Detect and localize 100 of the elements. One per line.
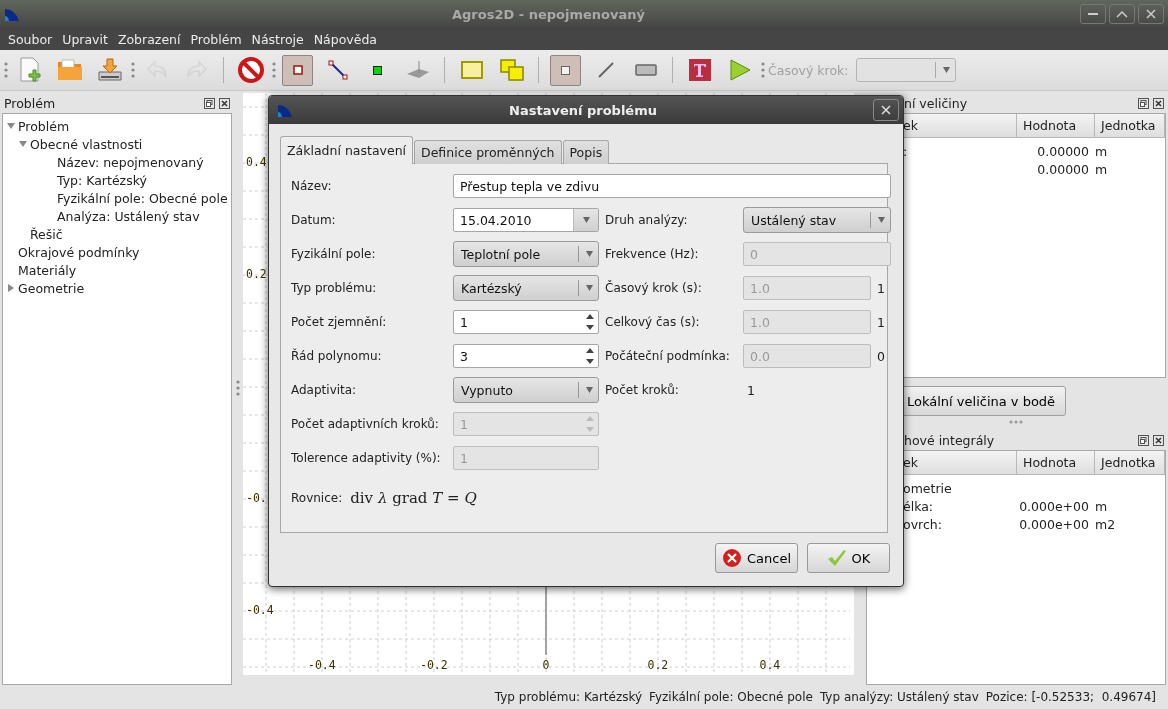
axis-label: -0.2: [420, 658, 448, 672]
axis-label: 0: [542, 658, 550, 672]
column-header[interactable]: Jednotka: [1095, 451, 1165, 476]
ok-button[interactable]: OK: [807, 543, 890, 573]
menu-item[interactable]: Nástroje: [247, 31, 310, 47]
spin-box[interactable]: 1: [453, 310, 599, 334]
folder-icon: [56, 58, 83, 82]
minimize-button[interactable]: [1080, 4, 1106, 24]
close-button[interactable]: [873, 99, 899, 121]
tree-item[interactable]: Obecné vlastnosti: [30, 136, 143, 152]
dropdown[interactable]: Ustálený stav: [743, 207, 891, 233]
spin-box[interactable]: 3: [453, 344, 599, 368]
tree-item[interactable]: Okrajové podmínky: [18, 244, 140, 260]
caret-icon: [941, 66, 951, 74]
dropdown[interactable]: Kartézský: [453, 275, 599, 301]
tree-item[interactable]: Analýza: Ustálený stav: [57, 208, 200, 224]
field-label: Počáteční podmínka:: [605, 349, 730, 363]
close-icon[interactable]: [219, 97, 230, 109]
window-title: Agros2D - nepojmenovaný: [451, 6, 646, 22]
field-label: Tolerence adaptivity (%):: [291, 451, 441, 465]
small-square-icon: [561, 65, 570, 75]
collapsed-arrow-icon[interactable]: [7, 284, 15, 292]
tab[interactable]: Definice proměnných: [414, 140, 562, 164]
table-cell: m: [1095, 498, 1108, 514]
squares-icon: [499, 59, 524, 81]
caret-icon: [581, 216, 591, 224]
column-header[interactable]: Jednotka: [1095, 114, 1165, 138]
unit-text: 0: [877, 348, 886, 364]
stop-icon: [237, 57, 264, 83]
field-label: Druh analýzy:: [605, 213, 688, 227]
menu-item[interactable]: Soubor: [4, 31, 59, 47]
field-label: Počet zjemnění:: [291, 315, 387, 329]
status-text: Fyzikální pole: Obecné pole: [649, 690, 813, 704]
rectangle-icon: [634, 64, 657, 76]
splitter-grip-icon: [235, 378, 240, 398]
axis-label: -0.4: [308, 658, 336, 672]
field-label: Časový krok (s):: [605, 281, 702, 295]
tree-item[interactable]: Problém: [18, 118, 70, 134]
time-step-label: Časový krok:: [768, 62, 849, 78]
panel-title: ní veličiny: [904, 95, 968, 111]
maximize-icon: [1116, 10, 1128, 18]
dropdown[interactable]: Vypnuto: [453, 377, 599, 403]
field-label: Datum:: [291, 213, 336, 227]
close-button[interactable]: [1138, 4, 1164, 24]
field-label: Celkový čas (s):: [605, 315, 700, 329]
float-icon[interactable]: [204, 97, 215, 109]
tree-item[interactable]: Materiály: [18, 262, 77, 278]
column-header[interactable]: Hodnota: [1017, 114, 1095, 138]
input-field[interactable]: Přestup tepla ve zdivu: [453, 174, 891, 198]
tree-item[interactable]: Název: nepojmenovaný: [57, 154, 204, 170]
tab[interactable]: Popis: [562, 140, 610, 164]
column-header[interactable]: Hodnota: [1017, 451, 1095, 476]
tab[interactable]: Základní nastavení: [280, 136, 414, 164]
tree-item[interactable]: Geometrie: [18, 280, 85, 296]
caret-icon: [877, 216, 886, 224]
play-icon: [727, 58, 752, 82]
caret-icon: [585, 386, 594, 394]
axis-label: -0.4: [246, 603, 274, 617]
rectangle-icon: [460, 61, 483, 79]
caret-icon: [585, 284, 594, 292]
tree-item[interactable]: Fyzikální pole: Obecné pole: [57, 190, 228, 206]
menu-item[interactable]: Upravit: [58, 31, 114, 47]
toolbar-button[interactable]: [282, 54, 313, 86]
label-square-icon: [373, 65, 382, 75]
table-cell: ovrch:: [903, 516, 942, 532]
toolbar-button[interactable]: [235, 54, 266, 86]
menu-item[interactable]: Problém: [186, 31, 248, 47]
axis-label: 0.2: [647, 658, 669, 672]
maximize-button[interactable]: [1109, 4, 1135, 24]
text-tool-icon: [688, 59, 711, 81]
status-text: Typ problému: Kartézský: [494, 690, 643, 704]
date-field[interactable]: 15.04.2010: [453, 208, 599, 232]
table-cell: m: [1095, 161, 1108, 177]
field-label: Počet kroků:: [605, 383, 679, 397]
dropdown[interactable]: Teplotní pole: [453, 241, 599, 267]
cancel-button[interactable]: Cancel: [715, 543, 798, 573]
menu-item[interactable]: Nápověda: [309, 31, 383, 47]
splitter-grip-icon[interactable]: [1008, 420, 1024, 425]
status-text: Pozice: [-0.52533; 0.49674]: [985, 690, 1156, 704]
table-cell: m2: [1095, 516, 1116, 532]
expanded-arrow-icon[interactable]: [19, 140, 27, 148]
table-cell: élka:: [903, 498, 934, 514]
tree-item[interactable]: Řešič: [30, 226, 63, 242]
close-icon[interactable]: [1153, 434, 1164, 446]
table-cell: 0.00000: [1037, 161, 1089, 177]
logo-icon: [277, 103, 293, 117]
close-icon[interactable]: [1153, 97, 1164, 109]
toolbar-grip-icon: [131, 60, 135, 80]
expanded-arrow-icon[interactable]: [7, 122, 15, 130]
tree-item[interactable]: Typ: Kartézský: [57, 172, 147, 188]
axis-label: -0.: [246, 491, 267, 505]
float-icon[interactable]: [1138, 434, 1149, 446]
panel-title: hové integrály: [904, 432, 995, 448]
value-text: 1: [746, 382, 755, 398]
node-square-icon: [292, 65, 303, 75]
field-label: Rovnice:: [291, 491, 343, 505]
float-icon[interactable]: [1138, 97, 1149, 109]
checkmark-icon: [826, 549, 847, 567]
menu-item[interactable]: Zobrazení: [113, 31, 187, 47]
axis-label: 0.2: [246, 267, 267, 281]
